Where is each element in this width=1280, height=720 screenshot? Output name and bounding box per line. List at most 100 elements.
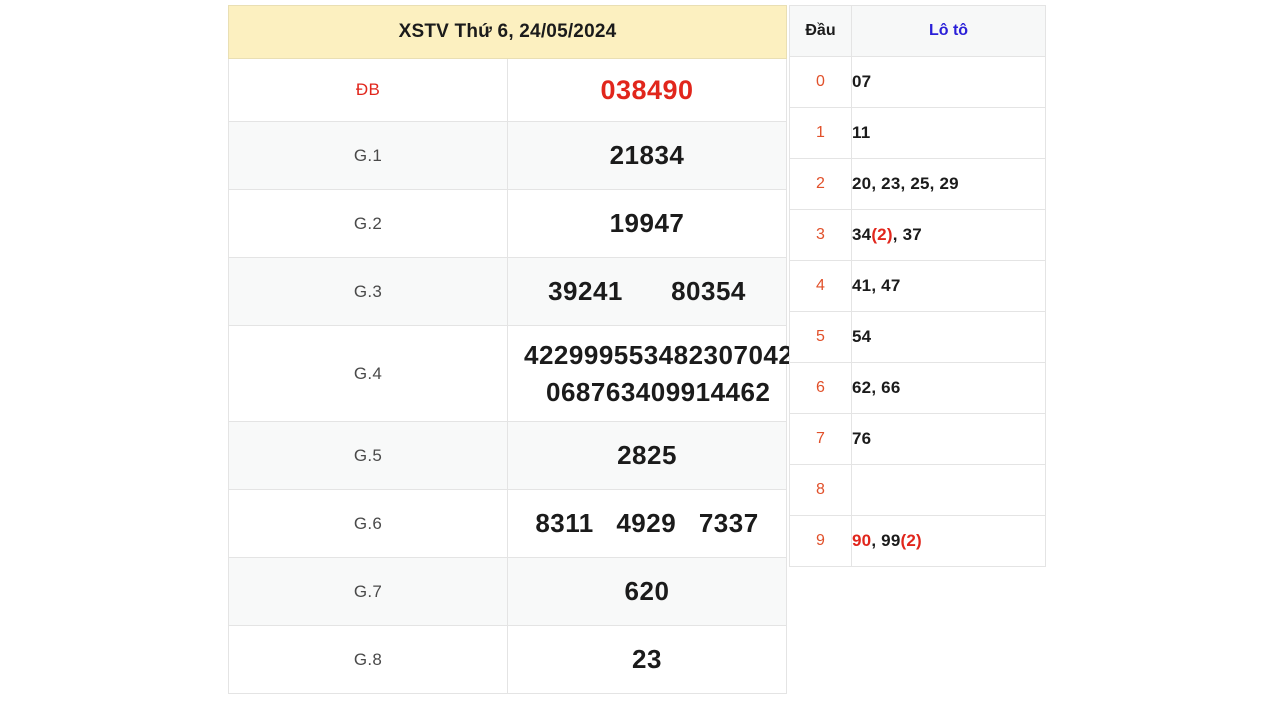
loto-row: 5 54 (789, 311, 1046, 363)
loto-dau-3: 3 (789, 209, 852, 261)
prize-label-g7: G.7 (228, 557, 508, 626)
loto-row: 8 (789, 464, 1046, 516)
prize-number-line: 42299 95534 82307 04266 (508, 339, 823, 374)
loto-dau-6: 6 (789, 362, 852, 414)
prize-row: G.7 620 (228, 557, 787, 626)
prize-label-g2: G.2 (228, 189, 508, 258)
prize-label-g5: G.5 (228, 421, 508, 490)
prize-number-line: 8311 4929 7337 (508, 508, 786, 539)
loto-row: 4 41, 47 (789, 260, 1046, 312)
loto-separator: , (892, 225, 903, 244)
prize-values: 39241 80354 (507, 257, 787, 326)
loto-numbers: 11 (851, 107, 1046, 159)
prize-row: G.6 8311 4929 7337 (228, 489, 787, 558)
prize-number: 7337 (698, 508, 759, 538)
loto-separator: , (871, 174, 882, 193)
loto-number: 76 (852, 429, 872, 448)
prize-row: G.2 19947 (228, 189, 787, 258)
prize-values: 42299 95534 82307 04266 06876 34099 14462 (507, 325, 823, 422)
prize-values: 8311 4929 7337 (507, 489, 787, 558)
loto-number: 29 (939, 174, 959, 193)
prize-values: 23 (507, 625, 787, 694)
loto-number-count: (2) (900, 531, 922, 550)
prize-row: ĐB 038490 (228, 58, 787, 122)
prize-number-line: 19947 (508, 208, 786, 239)
prize-number-line: 23 (508, 644, 786, 675)
prize-number: 19947 (609, 208, 685, 238)
loto-number: 20 (852, 174, 872, 193)
loto-separator: , (929, 174, 940, 193)
loto-numbers: 90, 99(2) (851, 515, 1046, 567)
loto-dau-9: 9 (789, 515, 852, 567)
loto-number: 37 (902, 225, 922, 244)
loto-separator: , (900, 174, 911, 193)
prize-number: 2825 (617, 440, 677, 470)
loto-number: 90 (852, 531, 872, 550)
prize-label-g4: G.4 (228, 325, 508, 422)
loto-dau-0: 0 (789, 56, 852, 108)
loto-row: 0 07 (789, 56, 1046, 108)
loto-numbers: 41, 47 (851, 260, 1046, 312)
loto-row: 9 90, 99(2) (789, 515, 1046, 567)
prize-values: 038490 (507, 58, 787, 122)
loto-number: 07 (852, 72, 872, 91)
results-table-body: XSTV Thứ 6, 24/05/2024 (228, 5, 787, 59)
prize-number: 39241 (548, 276, 623, 306)
prize-number: 21834 (609, 140, 685, 170)
prize-label-đb: ĐB (228, 58, 508, 122)
loto-dau-7: 7 (789, 413, 852, 465)
loto-number: 23 (881, 174, 901, 193)
loto-dau-1: 1 (789, 107, 852, 159)
prize-number: 06876 (546, 376, 621, 407)
prize-number-line: 06876 34099 14462 (508, 374, 786, 408)
loto-number: 34 (852, 225, 872, 244)
loto-separator: , (871, 531, 882, 550)
prize-label-g3: G.3 (228, 257, 508, 326)
loto-row: 2 20, 23, 25, 29 (789, 158, 1046, 210)
prize-number: 620 (624, 576, 670, 606)
prize-row: G.8 23 (228, 625, 787, 694)
results-title-row: XSTV Thứ 6, 24/05/2024 (228, 5, 787, 59)
loto-separator: , (871, 378, 882, 397)
prize-number-line: 21834 (508, 140, 786, 171)
prize-number: 14462 (695, 376, 771, 407)
page-root: XSTV Thứ 6, 24/05/2024 ĐB 038490 G.1 21834 G… (0, 0, 1280, 720)
prize-values: 21834 (507, 121, 787, 190)
loto-dau-2: 2 (789, 158, 852, 210)
loto-numbers: 07 (851, 56, 1046, 108)
loto-number: 25 (910, 174, 930, 193)
loto-table-head: Đầu Lô tô (789, 5, 1046, 57)
prize-values: 2825 (507, 421, 787, 490)
results-rows: ĐB 038490 G.1 21834 G.2 19947 G.3 39241 80354 G.4… (228, 58, 823, 694)
loto-header-dau: Đầu (789, 5, 852, 57)
loto-dau-8: 8 (789, 464, 852, 516)
prize-number-line: 2825 (508, 440, 786, 471)
prize-number: 42299 (524, 339, 599, 370)
prize-row: G.1 21834 (228, 121, 787, 190)
prize-row: G.3 39241 80354 (228, 257, 787, 326)
lottery-results-table: XSTV Thứ 6, 24/05/2024 ĐB 038490 G.1 21834 G… (228, 5, 823, 694)
loto-numbers (851, 464, 1046, 516)
loto-number-count: (2) (871, 225, 893, 244)
loto-numbers: 34(2), 37 (851, 209, 1046, 261)
prize-number-line: 39241 80354 (508, 276, 786, 307)
loto-number: 11 (852, 123, 871, 142)
loto-row: 1 11 (789, 107, 1046, 159)
prize-number: 34099 (620, 376, 696, 407)
prize-label-g1: G.1 (228, 121, 508, 190)
loto-row: 7 76 (789, 413, 1046, 465)
loto-header-loto: Lô tô (851, 5, 1046, 57)
loto-row: 6 62, 66 (789, 362, 1046, 414)
loto-number: 41 (852, 276, 872, 295)
prize-row: G.5 2825 (228, 421, 787, 490)
loto-table: Đầu Lô tô 0 07 1 11 2 20, 23, 25, 29 3 34(2), 3… (789, 5, 1046, 567)
prize-values: 19947 (507, 189, 787, 258)
loto-numbers: 62, 66 (851, 362, 1046, 414)
loto-row: 3 34(2), 37 (789, 209, 1046, 261)
prize-number: 23 (632, 644, 662, 674)
loto-number: 62 (852, 378, 872, 397)
loto-dau-5: 5 (789, 311, 852, 363)
prize-number: 038490 (600, 74, 694, 105)
prize-number: 4929 (616, 508, 677, 538)
prize-label-g6: G.6 (228, 489, 508, 558)
